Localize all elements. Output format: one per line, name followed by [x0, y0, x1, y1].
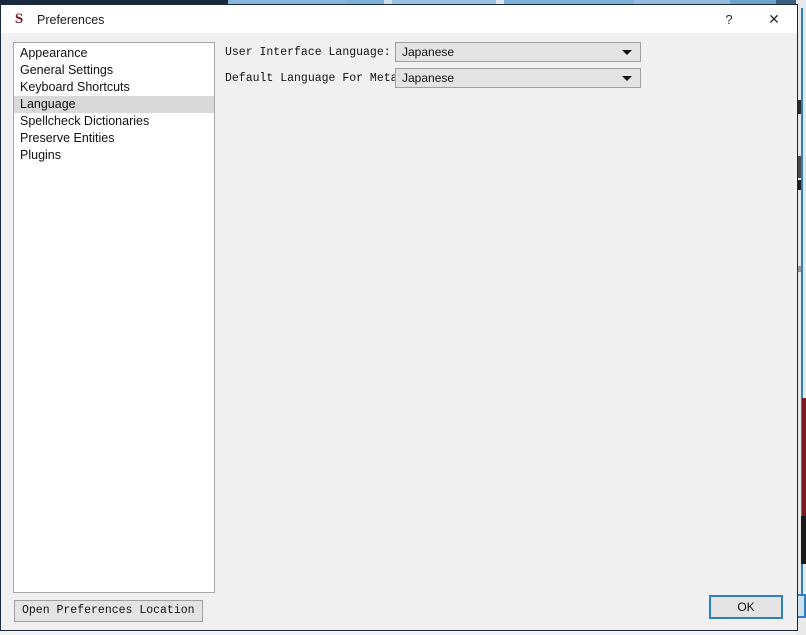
sidebar-item-plugins[interactable]: Plugins — [14, 147, 214, 164]
sigil-s-icon: S — [14, 11, 24, 27]
close-icon[interactable]: ✕ — [751, 5, 797, 34]
sidebar-item-language[interactable]: Language — [14, 96, 214, 113]
ui-language-value: Japanese — [402, 45, 455, 59]
language-settings-panel: User Interface Language: Japanese Defaul… — [225, 42, 645, 94]
chevron-down-icon — [622, 49, 632, 55]
sidebar-item-general-settings[interactable]: General Settings — [14, 62, 214, 79]
ui-language-label: User Interface Language: — [225, 45, 391, 59]
background-window-detail — [801, 516, 806, 564]
ui-language-select[interactable]: Japanese — [395, 42, 641, 62]
window-title: Preferences — [37, 12, 105, 27]
metadata-language-value: Japanese — [402, 71, 455, 85]
sidebar-item-spellcheck-dictionaries[interactable]: Spellcheck Dictionaries — [14, 113, 214, 130]
form-row-ui-language: User Interface Language: Japanese — [225, 42, 645, 62]
preferences-dialog: S Preferences ? ✕ Appearance General Set… — [0, 4, 798, 631]
dialog-content: Appearance General Settings Keyboard Sho… — [1, 34, 797, 630]
chevron-down-icon — [622, 75, 632, 81]
sidebar-item-keyboard-shortcuts[interactable]: Keyboard Shortcuts — [14, 79, 214, 96]
sidebar-item-preserve-entities[interactable]: Preserve Entities — [14, 130, 214, 147]
dialog-footer: OK — [1, 592, 797, 630]
title-bar: S Preferences ? ✕ — [1, 5, 797, 34]
ok-button[interactable]: OK — [709, 595, 783, 619]
help-icon[interactable]: ? — [707, 5, 751, 34]
metadata-language-select[interactable]: Japanese — [395, 68, 641, 88]
background-window-red-panel — [802, 398, 806, 516]
sidebar-item-appearance[interactable]: Appearance — [14, 45, 214, 62]
preferences-category-list[interactable]: Appearance General Settings Keyboard Sho… — [13, 42, 215, 593]
window-controls: ? ✕ — [707, 5, 797, 34]
metadata-language-label: Default Language For Metadata: — [225, 71, 433, 85]
form-row-metadata-language: Default Language For Metadata: Japanese — [225, 68, 645, 88]
